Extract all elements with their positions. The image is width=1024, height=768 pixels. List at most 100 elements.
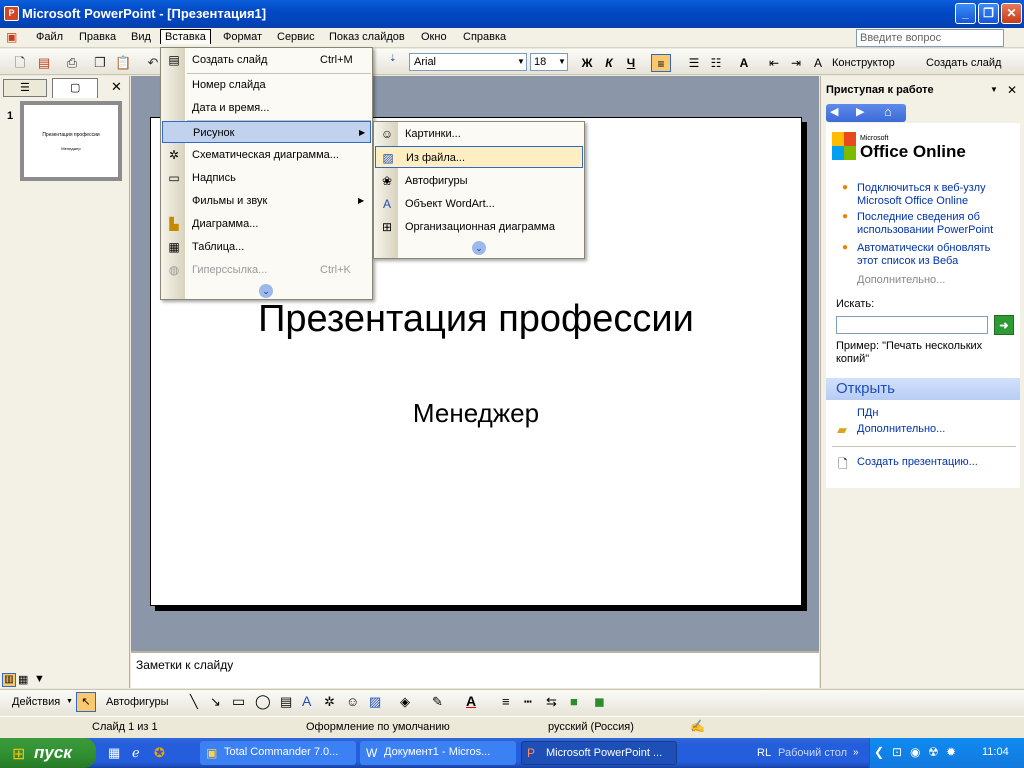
tray-network-icon[interactable]: ⊡ — [892, 745, 902, 759]
align-left-icon[interactable]: ≡ — [651, 54, 671, 72]
select-pointer-icon[interactable]: ↖ — [76, 692, 96, 712]
decrease-indent-icon[interactable]: ⇤ — [764, 54, 784, 72]
create-presentation-link[interactable]: Создать презентацию... — [857, 456, 1007, 469]
menu-help[interactable]: Справка — [463, 31, 506, 43]
minimize-button[interactable]: _ — [955, 3, 976, 24]
chevron-down-icon[interactable]: ▼ — [66, 698, 73, 705]
link-connect-office-online[interactable]: Подключиться к веб-узлу Microsoft Office… — [857, 182, 1007, 208]
search-go-button[interactable]: ➜ — [994, 315, 1014, 335]
diagram-icon[interactable]: ✲ — [324, 694, 335, 710]
menu-item-table[interactable]: ▦ Таблица... — [162, 236, 371, 258]
menu-insert[interactable]: Вставка — [160, 29, 211, 44]
wordart-icon[interactable]: A — [302, 693, 311, 709]
quicklaunch-desktop-icon[interactable]: ▦ — [108, 745, 120, 761]
submenu-item-org-chart[interactable]: ⊞ Организационная диаграмма — [375, 216, 583, 238]
quicklaunch-app-icon[interactable]: ✪ — [154, 745, 165, 761]
home-icon[interactable]: ⌂ — [884, 104, 892, 119]
font-name-select[interactable]: Arial — [409, 53, 527, 71]
tray-expand-icon[interactable]: ❮ — [874, 745, 884, 759]
close-pane-icon[interactable]: ✕ — [111, 79, 122, 95]
arrow-icon[interactable]: ↘ — [210, 694, 221, 710]
copy-icon[interactable]: ❐ — [92, 55, 108, 71]
submenu-item-wordart[interactable]: A Объект WordArt... — [375, 193, 583, 215]
line-style-icon[interactable]: ≡ — [502, 694, 510, 709]
menu-format[interactable]: Формат — [223, 31, 262, 43]
notes-pane[interactable]: Заметки к слайду — [131, 651, 819, 688]
expand-menu-icon[interactable]: ⌄ — [472, 241, 486, 255]
increase-font-icon[interactable]: A — [734, 54, 754, 72]
toolbar-options-icon[interactable]: ⇣ — [389, 53, 397, 64]
italic-button[interactable]: К — [599, 54, 619, 72]
task-word-document[interactable]: Документ1 - Micros... — [360, 741, 516, 765]
menu-item-date-time[interactable]: Дата и время... — [162, 97, 371, 119]
help-question-input[interactable]: Введите вопрос — [856, 29, 1004, 47]
office-online-title[interactable]: Office Online — [860, 142, 966, 162]
menu-item-diagram[interactable]: ✲ Схематическая диаграмма... — [162, 144, 371, 166]
chevron-down-icon[interactable]: ▼ — [558, 57, 566, 66]
rectangle-icon[interactable]: ▭ — [232, 693, 245, 710]
desktop-toolbar-label[interactable]: Рабочий стол — [778, 747, 847, 759]
tray-antivirus-icon[interactable]: ✹ — [946, 745, 956, 759]
menu-item-picture[interactable]: Рисунок ▶ — [162, 121, 371, 143]
link-auto-update[interactable]: Автоматически обновлять этот список из В… — [857, 242, 1007, 268]
menu-item-hyperlink[interactable]: ◍ Гиперссылка... Ctrl+K — [162, 259, 371, 281]
link-more[interactable]: Дополнительно... — [857, 274, 1007, 287]
normal-view-icon[interactable]: ▥ — [2, 673, 16, 687]
paste-icon[interactable]: 📋 — [115, 55, 131, 71]
open-item-pdn[interactable]: ПДн — [857, 407, 1007, 420]
tray-volume-icon[interactable]: ◉ — [910, 745, 920, 759]
forward-icon[interactable]: ▶ — [856, 105, 864, 118]
tab-outline[interactable]: ☰ — [3, 79, 47, 97]
arrow-style-icon[interactable]: ⇆ — [546, 694, 557, 710]
oval-icon[interactable]: ◯ — [255, 693, 271, 710]
dash-style-icon[interactable]: ┅ — [524, 694, 532, 710]
actions-button[interactable]: Действия — [12, 696, 60, 708]
menu-slideshow[interactable]: Показ слайдов — [329, 31, 405, 43]
sorter-view-icon[interactable]: ▦ — [18, 673, 28, 686]
print-icon[interactable]: ⎙ — [64, 55, 80, 71]
menu-item-new-slide[interactable]: ▤ Создать слайд Ctrl+M — [162, 49, 371, 71]
submenu-item-autoshapes[interactable]: ❀ Автофигуры — [375, 170, 583, 192]
powerpoint-app-icon[interactable]: P — [4, 6, 19, 21]
fill-color-icon[interactable]: ◈ — [400, 694, 410, 710]
font-color-icon[interactable]: A — [466, 693, 476, 709]
tray-app-icon[interactable]: ☢ — [928, 745, 939, 759]
bold-button[interactable]: Ж — [577, 54, 597, 72]
menu-file[interactable]: Файл — [36, 31, 63, 43]
undo-icon[interactable]: ↶ — [145, 55, 161, 71]
picture-icon[interactable]: ▨ — [369, 694, 381, 710]
new-slide-button[interactable]: Создать слайд — [926, 57, 1001, 69]
link-latest-news[interactable]: Последние сведения об использовании Powe… — [857, 211, 1007, 237]
task-total-commander[interactable]: Total Commander 7.0... — [200, 741, 356, 765]
new-icon[interactable]: 🗋 — [12, 55, 28, 71]
line-color-icon[interactable]: ✎ — [432, 694, 443, 710]
menu-tools[interactable]: Сервис — [277, 31, 315, 43]
line-icon[interactable]: ╲ — [190, 694, 198, 710]
submenu-item-from-file[interactable]: ▨ Из файла... — [375, 146, 583, 168]
chevron-down-icon[interactable]: ▼ — [517, 57, 525, 66]
chevron-down-icon[interactable]: ▼ — [990, 85, 998, 94]
textbox-icon[interactable]: ▤ — [280, 694, 292, 710]
underline-button[interactable]: Ч — [621, 54, 641, 72]
shadow-icon[interactable]: ■ — [570, 694, 578, 709]
numbered-list-icon[interactable]: ☰ — [684, 54, 704, 72]
3d-icon[interactable]: ◼ — [594, 694, 605, 710]
quicklaunch-ie-icon[interactable]: ℯ — [132, 745, 140, 761]
menu-view[interactable]: Вид — [131, 31, 151, 43]
document-icon[interactable]: ▣ — [6, 30, 17, 44]
menu-item-chart[interactable]: ▙ Диаграмма... — [162, 213, 371, 235]
increase-indent-icon[interactable]: ⇥ — [786, 54, 806, 72]
slide-thumbnail[interactable]: Презентация профессии Менеджер — [20, 101, 122, 181]
slide-title[interactable]: Презентация профессии — [150, 298, 802, 341]
menu-edit[interactable]: Правка — [79, 31, 116, 43]
open-item-more[interactable]: Дополнительно... — [857, 423, 1007, 436]
chevron-right-icon[interactable]: » — [853, 747, 859, 758]
slideshow-view-icon[interactable]: ▼ — [34, 673, 45, 685]
back-icon[interactable]: ◀ — [830, 105, 838, 118]
tab-slides[interactable]: ▢ — [52, 78, 98, 98]
open-icon[interactable]: ▤ — [36, 55, 52, 71]
slide-subtitle[interactable]: Менеджер — [150, 398, 802, 429]
expand-menu-icon[interactable]: ⌄ — [259, 284, 273, 298]
menu-item-slide-number[interactable]: Номер слайда — [162, 74, 371, 96]
keyboard-layout[interactable]: RL — [757, 747, 771, 759]
